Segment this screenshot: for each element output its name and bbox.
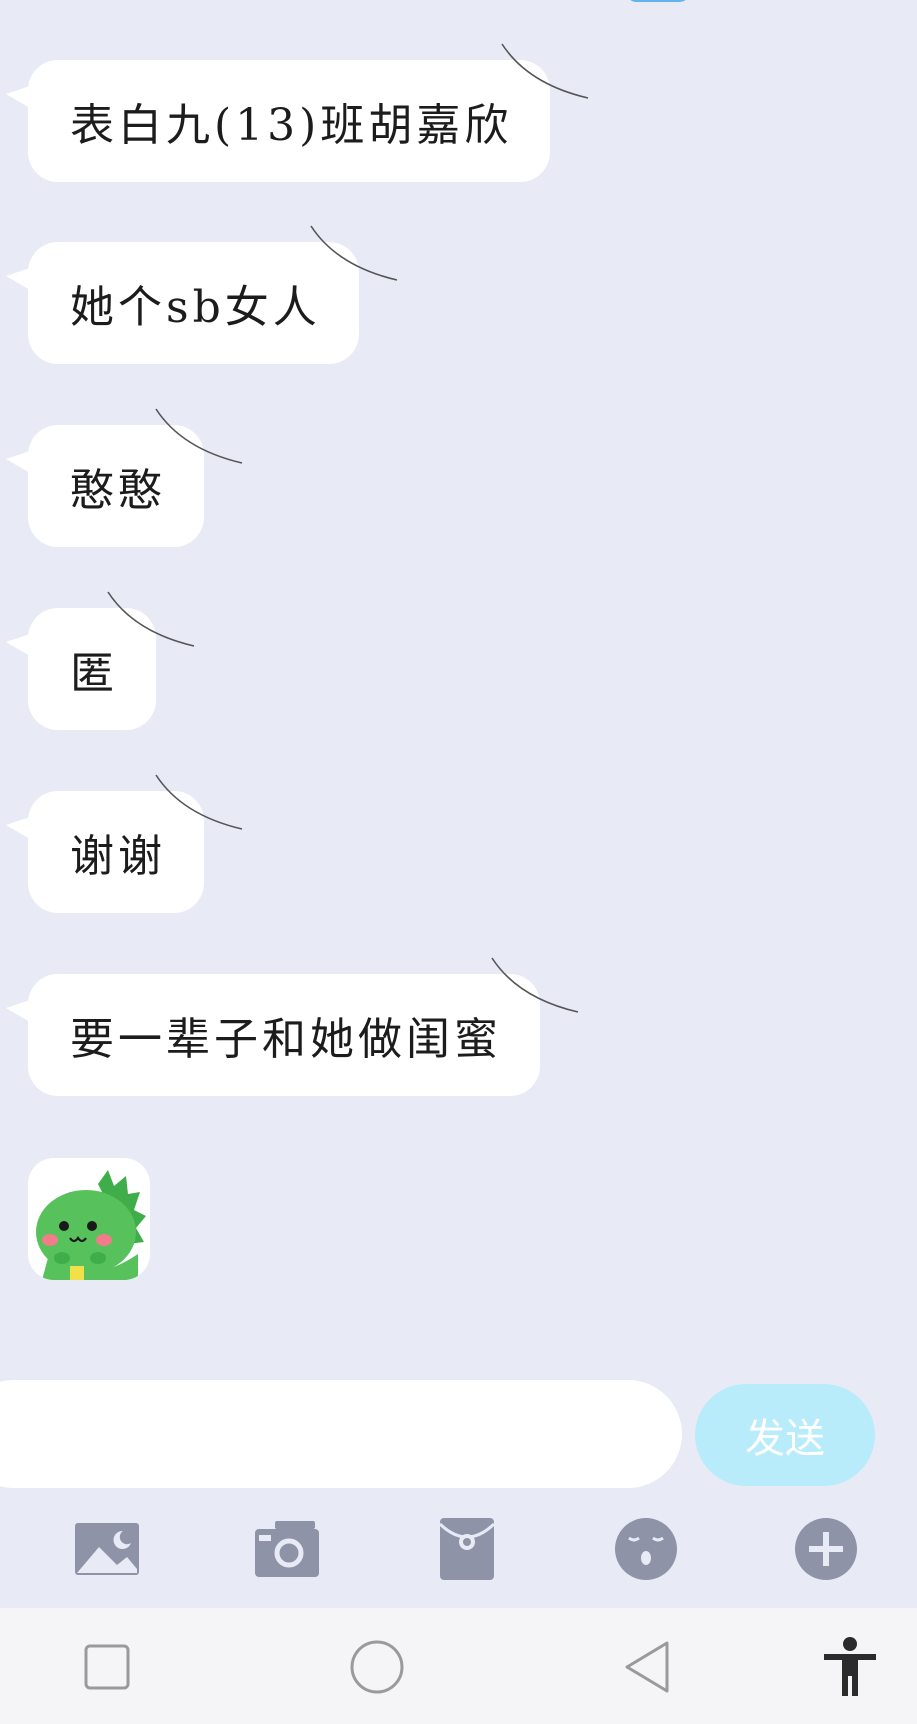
message-bubble[interactable]: 匿 bbox=[6, 591, 195, 730]
message-text: 表白九(13)班胡嘉欣 bbox=[70, 100, 513, 151]
message-input[interactable] bbox=[0, 1380, 682, 1488]
camera-icon bbox=[255, 1521, 319, 1577]
home-icon bbox=[350, 1640, 404, 1694]
emoji-icon bbox=[615, 1518, 677, 1580]
home-button[interactable] bbox=[342, 1632, 412, 1702]
bubble-decoration bbox=[155, 774, 243, 830]
image-button[interactable] bbox=[72, 1514, 142, 1584]
composer-bar: 发送 bbox=[0, 1380, 917, 1490]
accessibility-button[interactable] bbox=[815, 1632, 885, 1702]
green-dinosaur-sticker-icon bbox=[36, 1170, 146, 1280]
camera-button[interactable] bbox=[252, 1514, 322, 1584]
message-bubble[interactable]: 憨憨 bbox=[6, 408, 243, 547]
bubble-decoration bbox=[491, 957, 579, 1013]
message-text: 她个sb女人 bbox=[70, 282, 321, 333]
send-button[interactable]: 发送 bbox=[695, 1384, 875, 1486]
image-icon bbox=[75, 1523, 139, 1575]
message-bubble[interactable]: 要一辈子和她做闺蜜 bbox=[6, 957, 579, 1096]
chat-area: 表白九(13)班胡嘉欣 她个sb女人 憨憨 匿 谢谢 要一辈子和她做闺蜜 bbox=[0, 0, 917, 1380]
message-bubble[interactable]: 谢谢 bbox=[6, 774, 243, 913]
more-button[interactable] bbox=[791, 1514, 861, 1584]
bubble-decoration bbox=[310, 225, 397, 281]
previous-message-edge bbox=[625, 0, 691, 2]
accessibility-icon bbox=[824, 1637, 876, 1696]
message-bubble[interactable]: 表白九(13)班胡嘉欣 bbox=[6, 43, 589, 182]
emoji-button[interactable] bbox=[611, 1514, 681, 1584]
bubble-decoration bbox=[155, 408, 243, 464]
red-packet-button[interactable] bbox=[432, 1514, 502, 1584]
composer-toolbar bbox=[0, 1490, 917, 1608]
message-bubble[interactable]: 她个sb女人 bbox=[6, 225, 397, 364]
back-button[interactable] bbox=[612, 1632, 682, 1702]
red-packet-icon bbox=[438, 1518, 496, 1580]
plus-icon bbox=[795, 1518, 857, 1580]
recent-apps-icon bbox=[84, 1644, 130, 1690]
bubble-decoration bbox=[107, 591, 195, 647]
system-navigation-bar bbox=[0, 1608, 917, 1724]
back-icon bbox=[625, 1641, 669, 1693]
bubble-decoration bbox=[501, 43, 589, 99]
message-text: 要一辈子和她做闺蜜 bbox=[70, 1014, 502, 1065]
recent-apps-button[interactable] bbox=[72, 1632, 142, 1702]
sticker-message[interactable] bbox=[28, 1158, 150, 1280]
